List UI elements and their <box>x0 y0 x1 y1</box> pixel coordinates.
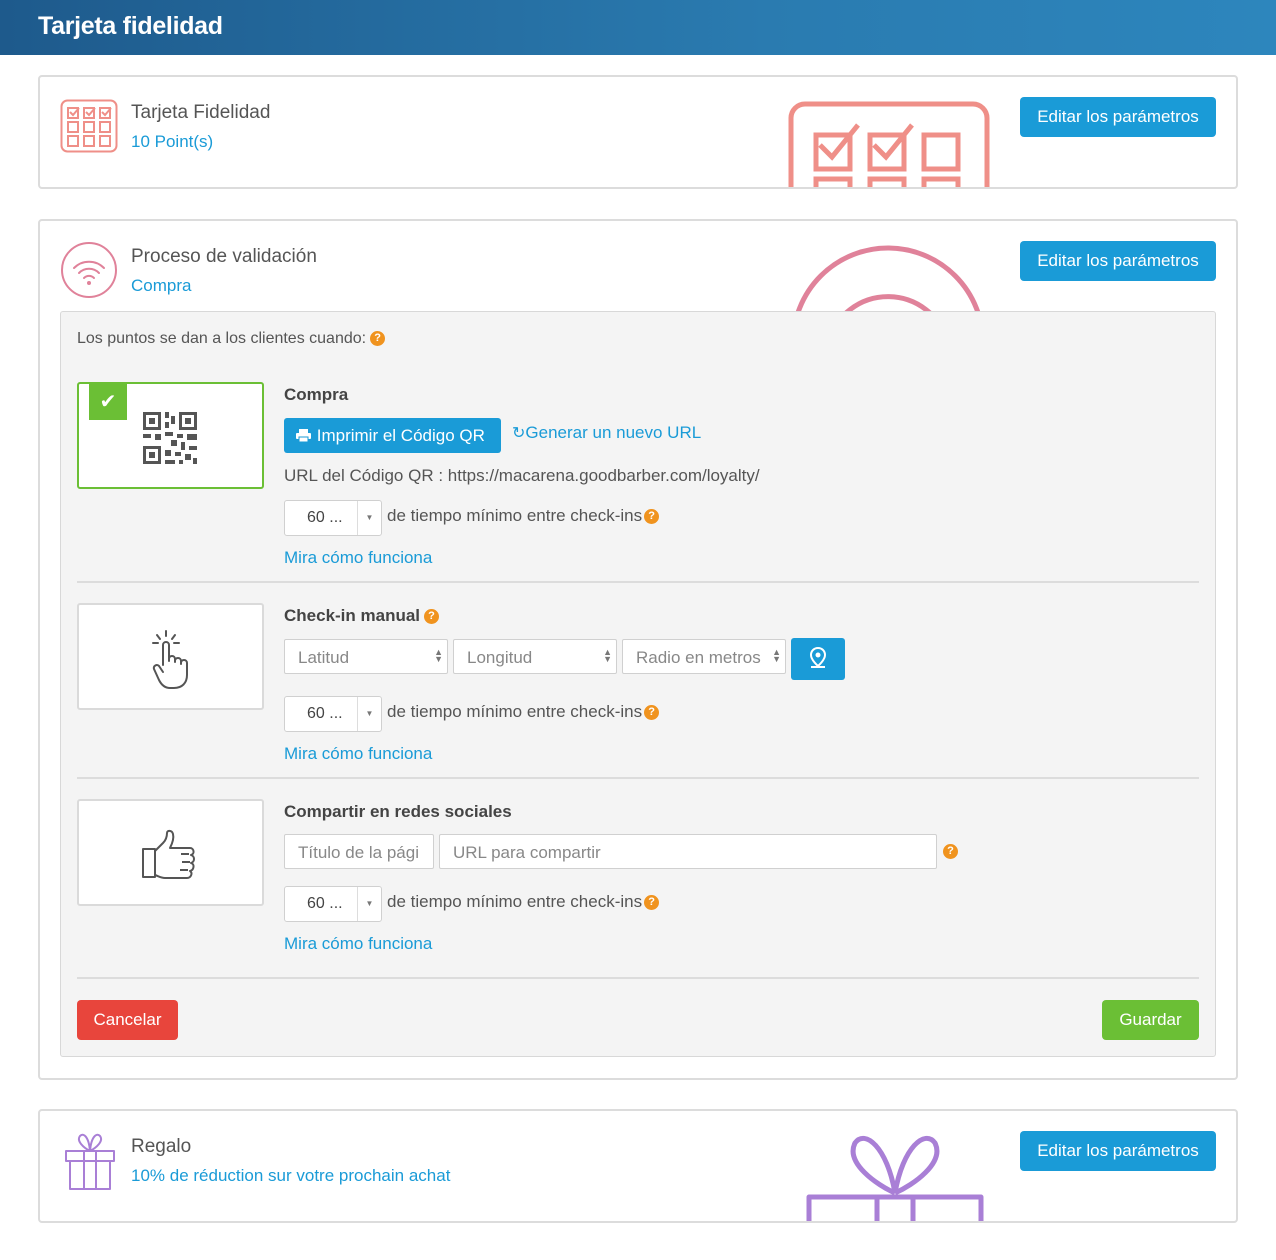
interval-label: de tiempo mínimo entre check-ins <box>387 892 643 911</box>
qr-url-text: URL del Código QR : https://macarena.goo… <box>284 466 760 485</box>
print-qr-label: Imprimir el Código QR <box>316 426 485 445</box>
divider <box>77 581 1199 583</box>
chevron-down-icon: ▼ <box>357 887 381 921</box>
how-it-works-link[interactable]: Mira cómo funciona <box>284 744 432 764</box>
validation-panel: Los puntos se dan a los clientes cuando:… <box>60 311 1216 1057</box>
edit-loyalty-card-button[interactable]: Editar los parámetros <box>1020 97 1216 137</box>
divider <box>77 777 1199 779</box>
longitude-placeholder: Longitud <box>467 648 533 667</box>
wifi-signal-icon <box>61 242 117 298</box>
chevron-down-icon: ▼ <box>357 697 381 731</box>
interval-text: de tiempo mínimo entre check-ins? <box>387 702 660 722</box>
help-icon[interactable]: ? <box>424 609 440 625</box>
loyalty-card-points: 10 Point(s) <box>131 132 214 151</box>
gift-icon <box>65 1133 115 1190</box>
locate-button[interactable] <box>791 638 845 680</box>
validation-title: Proceso de validación <box>131 246 317 267</box>
latitude-placeholder: Latitud <box>298 648 350 667</box>
help-icon[interactable]: ? <box>370 331 386 347</box>
interval-select[interactable]: 60 ... ▼ <box>284 500 382 536</box>
option-social-share-tile[interactable] <box>77 799 264 906</box>
gift-description: 10% de réduction sur votre prochain acha… <box>131 1166 451 1185</box>
option-manual-checkin-title: Check-in manual? <box>284 606 440 626</box>
interval-value: 60 ... <box>307 705 343 722</box>
how-it-works-link[interactable]: Mira cómo funciona <box>284 548 432 568</box>
top-bar: Tarjeta fidelidad <box>0 0 1276 55</box>
longitude-input[interactable]: Longitud ▲ ▼ <box>453 639 617 674</box>
refresh-icon: ↻ <box>512 425 526 442</box>
divider <box>77 977 1199 979</box>
gift-deco-icon <box>806 1135 984 1221</box>
panel-intro: Los puntos se dan a los clientes cuando:… <box>77 330 386 348</box>
interval-text: de tiempo mínimo entre check-ins? <box>387 506 660 526</box>
interval-value: 60 ... <box>307 895 343 912</box>
validation-section: Proceso de validación Compra Editar los … <box>38 219 1238 1080</box>
chevron-down-icon: ▼ <box>357 501 381 535</box>
option-purchase-title: Compra <box>284 385 349 404</box>
manual-checkin-label: Check-in manual <box>284 606 421 625</box>
option-social-share-title: Compartir en redes sociales <box>284 802 512 821</box>
radius-input[interactable]: Radio en metros ▲ ▼ <box>622 639 786 674</box>
print-qr-button[interactable]: Imprimir el Código QR <box>284 418 501 453</box>
interval-label: de tiempo mínimo entre check-ins <box>387 506 643 525</box>
stepper-icon[interactable]: ▲ ▼ <box>434 648 443 664</box>
help-icon[interactable]: ? <box>943 844 958 859</box>
checkbox-grid-deco-icon <box>788 101 990 187</box>
stepper-icon[interactable]: ▲ ▼ <box>603 648 612 664</box>
radius-placeholder: Radio en metros <box>636 648 761 667</box>
latitude-input[interactable]: Latitud ▲ ▼ <box>284 639 448 674</box>
edit-validation-button[interactable]: Editar los parámetros <box>1020 241 1216 281</box>
printer-icon <box>296 429 311 443</box>
help-icon[interactable]: ? <box>644 509 660 525</box>
loyalty-card-title: Tarjeta Fidelidad <box>131 102 271 123</box>
save-button[interactable]: Guardar <box>1102 1000 1199 1040</box>
interval-text: de tiempo mínimo entre check-ins? <box>387 892 660 912</box>
thumbs-up-icon <box>142 829 195 879</box>
generate-url-label: Generar un nuevo URL <box>525 423 702 442</box>
loyalty-card-section: Tarjeta Fidelidad 10 Point(s) Editar los… <box>38 75 1238 189</box>
page-title-placeholder: Título de la pági <box>298 843 419 862</box>
cancel-button[interactable]: Cancelar <box>77 1000 178 1040</box>
map-pin-icon <box>809 647 827 668</box>
page-title: Tarjeta fidelidad <box>38 12 223 40</box>
check-icon: ✔ <box>89 384 127 420</box>
how-it-works-link[interactable]: Mira cómo funciona <box>284 934 432 954</box>
tap-hand-icon <box>152 630 188 689</box>
share-url-placeholder: URL para compartir <box>453 843 601 862</box>
option-purchase-tile[interactable]: ✔ <box>77 382 264 489</box>
help-icon[interactable]: ? <box>644 895 660 911</box>
share-url-input[interactable]: URL para compartir <box>439 834 937 869</box>
interval-label: de tiempo mínimo entre check-ins <box>387 702 643 721</box>
checkbox-grid-icon <box>60 99 118 153</box>
interval-select[interactable]: 60 ... ▼ <box>284 886 382 922</box>
gift-title: Regalo <box>131 1136 192 1157</box>
interval-select[interactable]: 60 ... ▼ <box>284 696 382 732</box>
gift-section: Regalo 10% de réduction sur votre procha… <box>38 1109 1238 1223</box>
interval-value: 60 ... <box>307 509 343 526</box>
generate-url-link[interactable]: ↻Generar un nuevo URL <box>512 423 701 443</box>
qr-code-icon <box>143 412 197 464</box>
page-title-input[interactable]: Título de la pági <box>284 834 434 869</box>
validation-method: Compra <box>131 276 192 295</box>
stepper-icon[interactable]: ▲ ▼ <box>770 648 781 664</box>
edit-gift-button[interactable]: Editar los parámetros <box>1020 1131 1216 1171</box>
help-icon[interactable]: ? <box>644 705 660 721</box>
wifi-signal-deco-icon <box>795 245 981 311</box>
panel-intro-text: Los puntos se dan a los clientes cuando: <box>77 330 367 347</box>
option-manual-checkin-tile[interactable] <box>77 603 264 710</box>
